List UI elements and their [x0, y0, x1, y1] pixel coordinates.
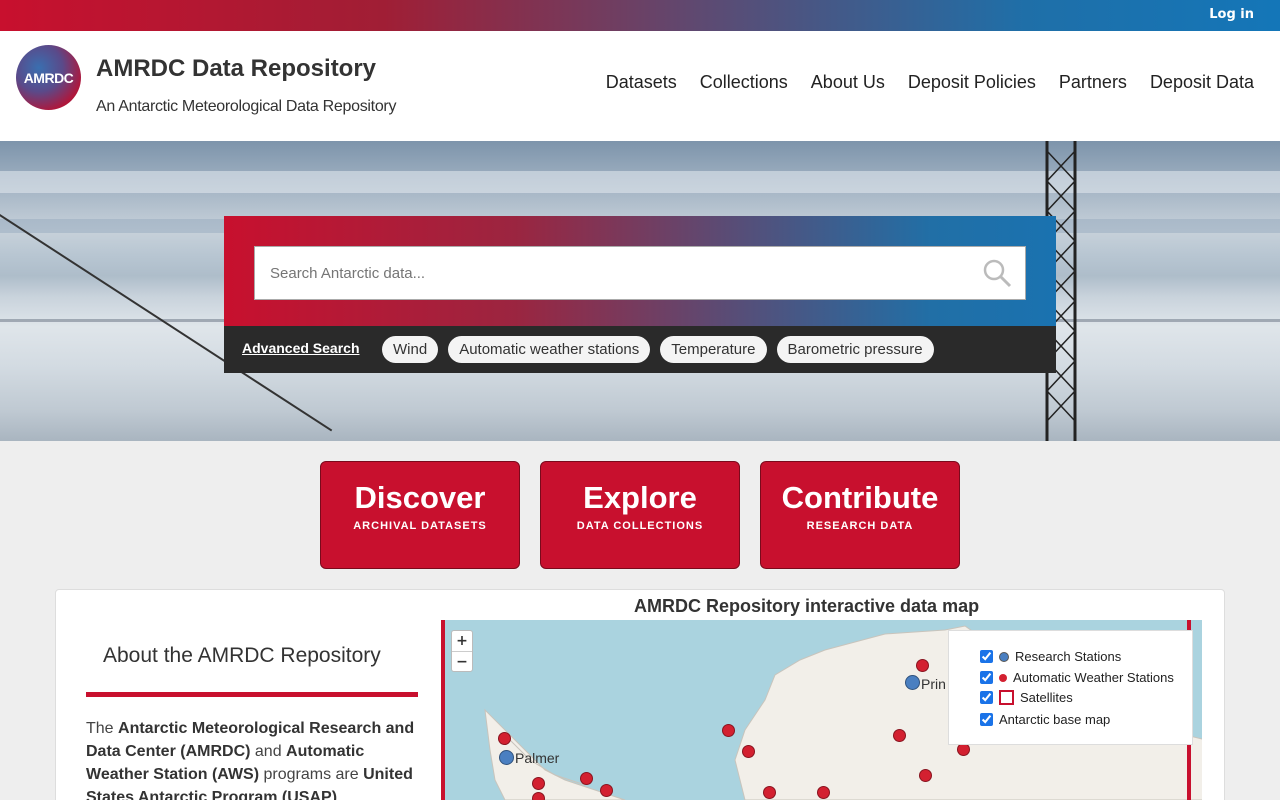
research-stations-checkbox[interactable]	[980, 650, 993, 663]
aws-marker[interactable]	[600, 784, 613, 797]
nav-partners[interactable]: Partners	[1059, 72, 1127, 93]
aws-marker[interactable]	[817, 786, 830, 799]
map-zoom-control: + −	[451, 630, 473, 672]
aws-marker[interactable]	[916, 659, 929, 672]
advanced-search-link[interactable]: Advanced Search	[242, 340, 360, 356]
legend-research-stations: Research Stations	[980, 649, 1121, 664]
nav-about-us[interactable]: About Us	[811, 72, 885, 93]
search-tag-bar: Advanced Search Wind Automatic weather s…	[224, 326, 1056, 373]
aws-marker[interactable]	[893, 729, 906, 742]
research-station-marker[interactable]	[905, 675, 920, 690]
zoom-in-button[interactable]: +	[452, 631, 472, 651]
about-divider	[86, 692, 418, 697]
site-logo[interactable]: AMRDC	[16, 45, 81, 110]
aws-marker[interactable]	[722, 724, 735, 737]
aws-marker[interactable]	[919, 769, 932, 782]
logo-text: AMRDC	[23, 69, 74, 86]
aws-marker[interactable]	[498, 732, 511, 745]
legend-base-map: Antarctic base map	[980, 712, 1110, 727]
cta-subtitle: RESEARCH DATA	[806, 520, 914, 532]
site-header: AMRDC AMRDC Data Repository An Antarctic…	[0, 31, 1280, 141]
legend-label: Research Stations	[1015, 649, 1122, 664]
explore-button[interactable]: Explore DATA COLLECTIONS	[540, 461, 740, 569]
discover-button[interactable]: Discover ARCHIVAL DATASETS	[320, 461, 520, 569]
legend-label: Automatic Weather Stations	[1013, 670, 1174, 685]
search-icon[interactable]	[982, 258, 1012, 288]
legend-label: Antarctic base map	[999, 712, 1111, 727]
about-text-part: The	[86, 720, 119, 737]
tag-wind[interactable]: Wind	[382, 336, 439, 363]
red-dot-icon	[999, 673, 1007, 682]
aws-marker[interactable]	[580, 772, 593, 785]
hero-cloud	[0, 171, 1280, 193]
search-tags: Wind Automatic weather stations Temperat…	[382, 336, 934, 363]
legend-satellites: Satellites	[980, 690, 1073, 705]
satellites-checkbox[interactable]	[980, 691, 993, 704]
cta-title: Explore	[583, 480, 697, 515]
nav-deposit-data[interactable]: Deposit Data	[1150, 72, 1254, 93]
aws-marker[interactable]	[742, 745, 755, 758]
cta-subtitle: ARCHIVAL DATASETS	[353, 520, 487, 532]
search-input[interactable]	[254, 246, 1026, 300]
map-legend: Research Stations Automatic Weather Stat…	[948, 630, 1193, 745]
aws-checkbox[interactable]	[980, 671, 993, 684]
map-label-prin: Prin	[921, 676, 946, 692]
top-bar: Log in	[0, 0, 1280, 31]
satellite-square-icon	[999, 690, 1014, 705]
about-text-part: and	[250, 743, 287, 760]
main-nav: Datasets Collections About Us Deposit Po…	[606, 72, 1254, 93]
about-text: The Antarctic Meteorological Research an…	[86, 717, 416, 800]
tag-automatic-weather-stations[interactable]: Automatic weather stations	[448, 336, 651, 363]
nav-collections[interactable]: Collections	[700, 72, 788, 93]
about-text-part: programs are	[259, 766, 364, 783]
nav-deposit-policies[interactable]: Deposit Policies	[908, 72, 1036, 93]
research-station-marker[interactable]	[499, 750, 514, 765]
contribute-button[interactable]: Contribute RESEARCH DATA	[760, 461, 960, 569]
aws-marker[interactable]	[532, 792, 545, 800]
site-subtitle: An Antarctic Meteorological Data Reposit…	[96, 98, 397, 115]
about-title: About the AMRDC Repository	[103, 644, 381, 667]
blue-dot-icon	[999, 651, 1009, 662]
tag-temperature[interactable]: Temperature	[660, 336, 767, 363]
login-link[interactable]: Log in	[1209, 7, 1254, 22]
legend-aws: Automatic Weather Stations	[980, 670, 1174, 685]
legend-label: Satellites	[1020, 690, 1073, 705]
site-title[interactable]: AMRDC Data Repository	[96, 55, 376, 83]
aws-marker[interactable]	[532, 777, 545, 790]
map-title: AMRDC Repository interactive data map	[634, 596, 980, 616]
cta-title: Discover	[354, 480, 486, 515]
cta-title: Contribute	[781, 480, 939, 515]
base-map-checkbox[interactable]	[980, 713, 993, 726]
tag-barometric-pressure[interactable]: Barometric pressure	[776, 336, 934, 363]
zoom-out-button[interactable]: −	[452, 651, 472, 671]
nav-datasets[interactable]: Datasets	[606, 72, 677, 93]
aws-marker[interactable]	[763, 786, 776, 799]
map-label-palmer: Palmer	[515, 750, 560, 766]
search-panel	[224, 216, 1056, 326]
hero-banner: Advanced Search Wind Automatic weather s…	[0, 141, 1280, 441]
cta-subtitle: DATA COLLECTIONS	[576, 520, 704, 532]
